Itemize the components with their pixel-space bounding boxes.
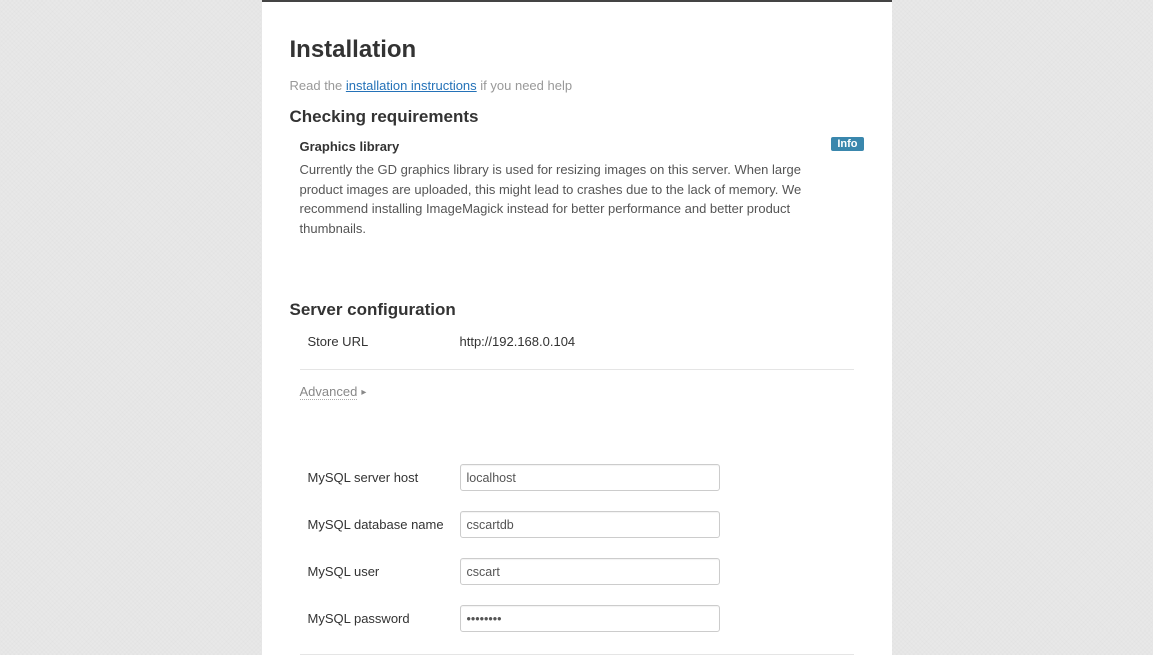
- installer-container: Installation Read the installation instr…: [262, 0, 892, 655]
- mysql-db-row: MySQL database name: [290, 501, 864, 548]
- mysql-user-label: MySQL user: [290, 564, 460, 579]
- caret-right-icon: ▸: [361, 387, 366, 398]
- mysql-user-row: MySQL user: [290, 548, 864, 595]
- mysql-section: MySQL server host MySQL database name My…: [290, 454, 864, 655]
- mysql-pass-input[interactable]: [460, 605, 720, 632]
- advanced-toggle[interactable]: Advanced ▸: [300, 384, 367, 400]
- mysql-host-row: MySQL server host: [290, 454, 864, 501]
- mysql-host-label: MySQL server host: [290, 470, 460, 485]
- mysql-db-input[interactable]: [460, 511, 720, 538]
- store-url-value: http://192.168.0.104: [460, 334, 864, 349]
- help-line: Read the installation instructions if yo…: [290, 78, 864, 93]
- mysql-user-input[interactable]: [460, 558, 720, 585]
- install-instructions-link[interactable]: installation instructions: [346, 78, 477, 93]
- page-title: Installation: [290, 2, 864, 64]
- mysql-db-label: MySQL database name: [290, 517, 460, 532]
- mysql-host-input[interactable]: [460, 464, 720, 491]
- store-url-row: Store URL http://192.168.0.104: [290, 320, 864, 363]
- mysql-pass-label: MySQL password: [290, 611, 460, 626]
- requirement-graphics-library: Info Graphics library Currently the GD g…: [290, 139, 864, 238]
- server-config-heading: Server configuration: [290, 300, 864, 320]
- mysql-pass-row: MySQL password: [290, 595, 864, 642]
- help-suffix: if you need help: [477, 78, 572, 93]
- help-prefix: Read the: [290, 78, 346, 93]
- store-url-label: Store URL: [290, 334, 460, 349]
- requirements-heading: Checking requirements: [290, 107, 864, 127]
- requirement-text: Currently the GD graphics library is use…: [300, 160, 830, 238]
- advanced-label: Advanced: [300, 384, 358, 400]
- info-badge: Info: [831, 137, 863, 151]
- divider: [300, 369, 854, 370]
- requirement-title: Graphics library: [300, 139, 864, 154]
